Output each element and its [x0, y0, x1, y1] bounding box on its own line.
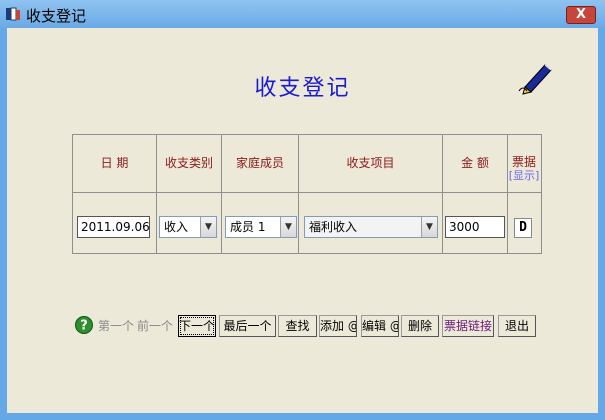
item-select-value: 福利收入 — [309, 220, 358, 234]
receipt-d-button[interactable]: D — [514, 218, 532, 238]
header-receipt-label: 票据 — [511, 155, 536, 169]
add-button[interactable]: 添加 @ — [319, 315, 357, 337]
header-member: 家庭成员 — [235, 156, 284, 170]
amount-field[interactable]: 3000 — [445, 216, 505, 238]
pen-icon — [518, 64, 552, 95]
next-button[interactable]: 下一个 — [178, 315, 216, 337]
type-select-value: 收入 — [164, 220, 189, 234]
form-heading: 收支登记 — [254, 76, 351, 101]
prev-button[interactable]: 前一个 — [136, 315, 174, 337]
header-amount: 金 额 — [461, 156, 489, 170]
help-icon[interactable]: ? — [75, 316, 93, 334]
close-icon: X — [575, 7, 587, 22]
find-button[interactable]: 查找 — [278, 315, 317, 337]
exit-button[interactable]: 退出 — [498, 315, 536, 337]
receipt-show-link[interactable]: [显示] — [507, 169, 541, 183]
header-type: 收支类别 — [164, 156, 213, 170]
last-button[interactable]: 最后一个 — [219, 315, 276, 337]
title-bar[interactable]: 收支登记 X — [0, 0, 605, 28]
svg-text:?: ? — [80, 319, 88, 334]
form-area: 收支登记 日 期 收支类别 家庭成员 收支项目 金 额 票据 [显示] 2011… — [7, 28, 598, 413]
header-receipt: 票据 [显示] — [507, 155, 541, 183]
chevron-down-icon[interactable]: ▼ — [280, 217, 296, 237]
window-title: 收支登记 — [26, 7, 87, 25]
chevron-down-icon[interactable]: ▼ — [200, 217, 216, 237]
header-date: 日 期 — [100, 156, 129, 170]
receipt-link-button[interactable]: 票据链接 — [442, 315, 494, 337]
chevron-down-icon[interactable]: ▼ — [421, 217, 437, 237]
header-item: 收支项目 — [346, 156, 395, 170]
member-select-value: 成员 1 — [230, 220, 266, 234]
type-select[interactable]: 收入 ▼ — [159, 216, 217, 238]
edit-button[interactable]: 编辑 @ — [361, 315, 399, 337]
date-field[interactable]: 2011.09.06 — [77, 216, 150, 238]
delete-button[interactable]: 删除 — [401, 315, 439, 337]
app-icon — [6, 7, 20, 21]
member-select[interactable]: 成员 1 ▼ — [225, 216, 297, 238]
app-window: 收支登记 X 收支登记 日 期 收支类别 家庭成员 收支项目 金 额 票据 [显… — [0, 0, 605, 420]
close-button[interactable]: X — [566, 6, 596, 24]
first-button[interactable]: 第一个 — [97, 315, 135, 337]
item-select[interactable]: 福利收入 ▼ — [304, 216, 438, 238]
